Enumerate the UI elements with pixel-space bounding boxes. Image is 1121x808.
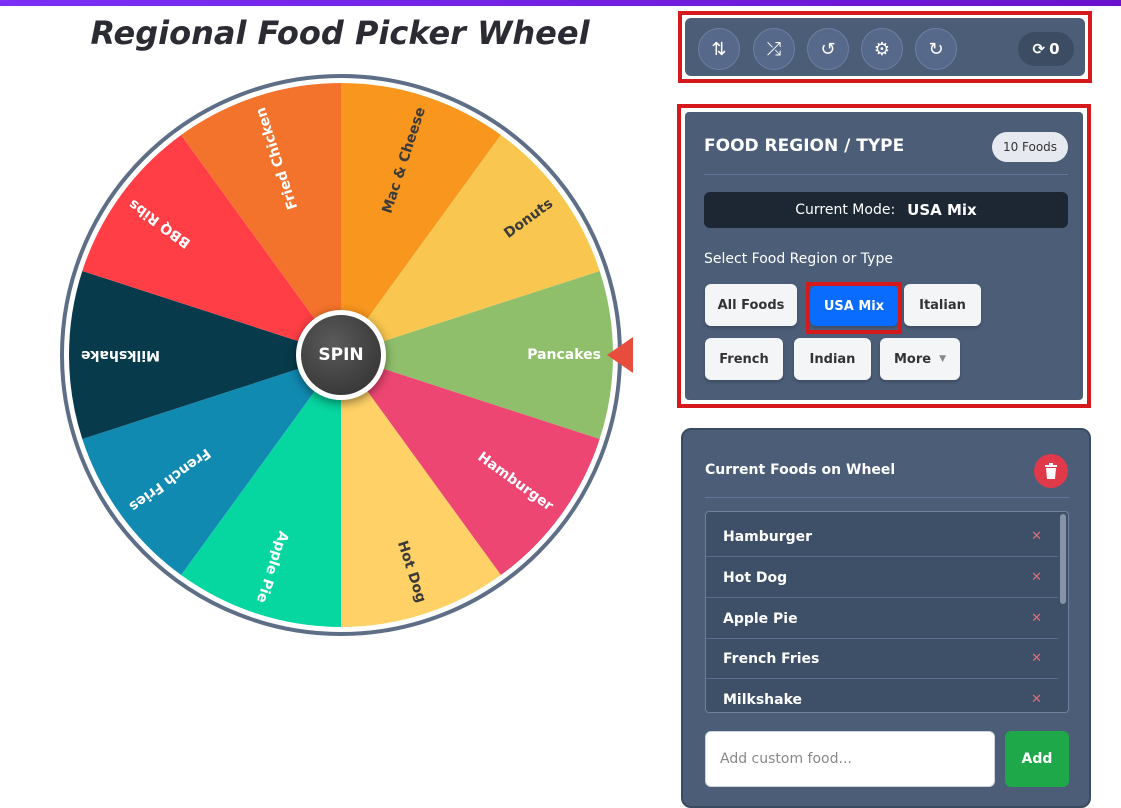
list-item: French Fries ✕ (706, 639, 1058, 679)
chip-french[interactable]: French (705, 338, 783, 380)
divider (705, 497, 1069, 498)
food-name: Hamburger (723, 528, 813, 545)
trash-icon (1045, 463, 1057, 479)
wheel-segment-label: Pancakes (527, 347, 601, 363)
wheel-pointer-icon (607, 337, 633, 373)
region-title: FOOD REGION / TYPE (704, 136, 905, 156)
reset-button[interactable]: ↻ (915, 28, 957, 70)
settings-button[interactable]: ⚙ (861, 28, 903, 70)
select-region-label: Select Food Region or Type (704, 251, 893, 267)
list-item: Apple Pie ✕ (706, 599, 1058, 639)
history-icon: ↺ (820, 38, 836, 60)
current-mode-label: Current Mode: (795, 202, 896, 218)
food-count-badge: 10 Foods (992, 132, 1068, 162)
remove-food-icon[interactable]: ✕ (1031, 611, 1042, 626)
spin-counter: ⟳ 0 (1018, 32, 1074, 66)
list-item: Milkshake ✕ (706, 680, 1058, 712)
wheel-segment-label: Milkshake (81, 347, 160, 363)
remove-food-icon[interactable]: ✕ (1031, 692, 1042, 707)
food-list[interactable]: Hamburger ✕ Hot Dog ✕ Apple Pie ✕ French… (705, 511, 1069, 713)
toolbar: ⇅ ⤮ ↺ ⚙ ↻ ⟳ 0 (685, 18, 1085, 76)
divider (704, 174, 1068, 175)
list-scrollbar[interactable] (1060, 514, 1066, 604)
remove-food-icon[interactable]: ✕ (1031, 651, 1042, 666)
chip-more-label: More (893, 351, 932, 367)
remove-food-icon[interactable]: ✕ (1031, 570, 1042, 585)
sort-icon: ⇅ (711, 38, 727, 60)
list-item: Hot Dog ✕ (706, 558, 1058, 598)
top-accent-bar (0, 0, 1121, 6)
chip-all-foods[interactable]: All Foods (705, 284, 797, 326)
gear-icon: ⚙ (873, 38, 891, 60)
shuffle-icon: ⤮ (766, 38, 782, 60)
current-mode-value: USA Mix (907, 201, 977, 219)
list-item: Hamburger ✕ (706, 517, 1058, 557)
add-food-button[interactable]: Add (1005, 731, 1069, 787)
spin-count-value: 0 (1049, 40, 1060, 58)
food-name: Milkshake (723, 691, 803, 708)
spin-button[interactable]: SPIN (296, 310, 386, 400)
chip-indian[interactable]: Indian (794, 338, 871, 380)
remove-food-icon[interactable]: ✕ (1031, 529, 1042, 544)
current-foods-panel: Current Foods on Wheel Hamburger ✕ Hot D… (681, 428, 1091, 808)
food-name: Hot Dog (723, 569, 788, 586)
history-button[interactable]: ↺ (807, 28, 849, 70)
foods-title: Current Foods on Wheel (705, 462, 896, 478)
clear-all-button[interactable] (1034, 454, 1068, 488)
food-region-panel: FOOD REGION / TYPE 10 Foods Current Mode… (685, 112, 1083, 400)
redo-icon: ↻ (928, 38, 944, 60)
shuffle-button[interactable]: ⤮ (753, 28, 795, 70)
food-name: Apple Pie (723, 610, 798, 627)
refresh-icon: ⟳ (1032, 40, 1046, 58)
active-chip-highlight-box (806, 282, 902, 334)
page-title: Regional Food Picker Wheel (90, 14, 590, 52)
food-wheel[interactable]: Pancakes Hamburger Hot Dog Apple Pie French … (58, 72, 624, 638)
sort-button[interactable]: ⇅ (698, 28, 740, 70)
chip-italian[interactable]: Italian (904, 284, 981, 326)
chip-more-dropdown[interactable]: More ▼ (880, 338, 960, 380)
food-name: French Fries (723, 650, 820, 667)
current-mode-box: Current Mode: USA Mix (704, 192, 1068, 228)
custom-food-input[interactable] (705, 731, 995, 787)
chevron-down-icon: ▼ (939, 354, 947, 364)
